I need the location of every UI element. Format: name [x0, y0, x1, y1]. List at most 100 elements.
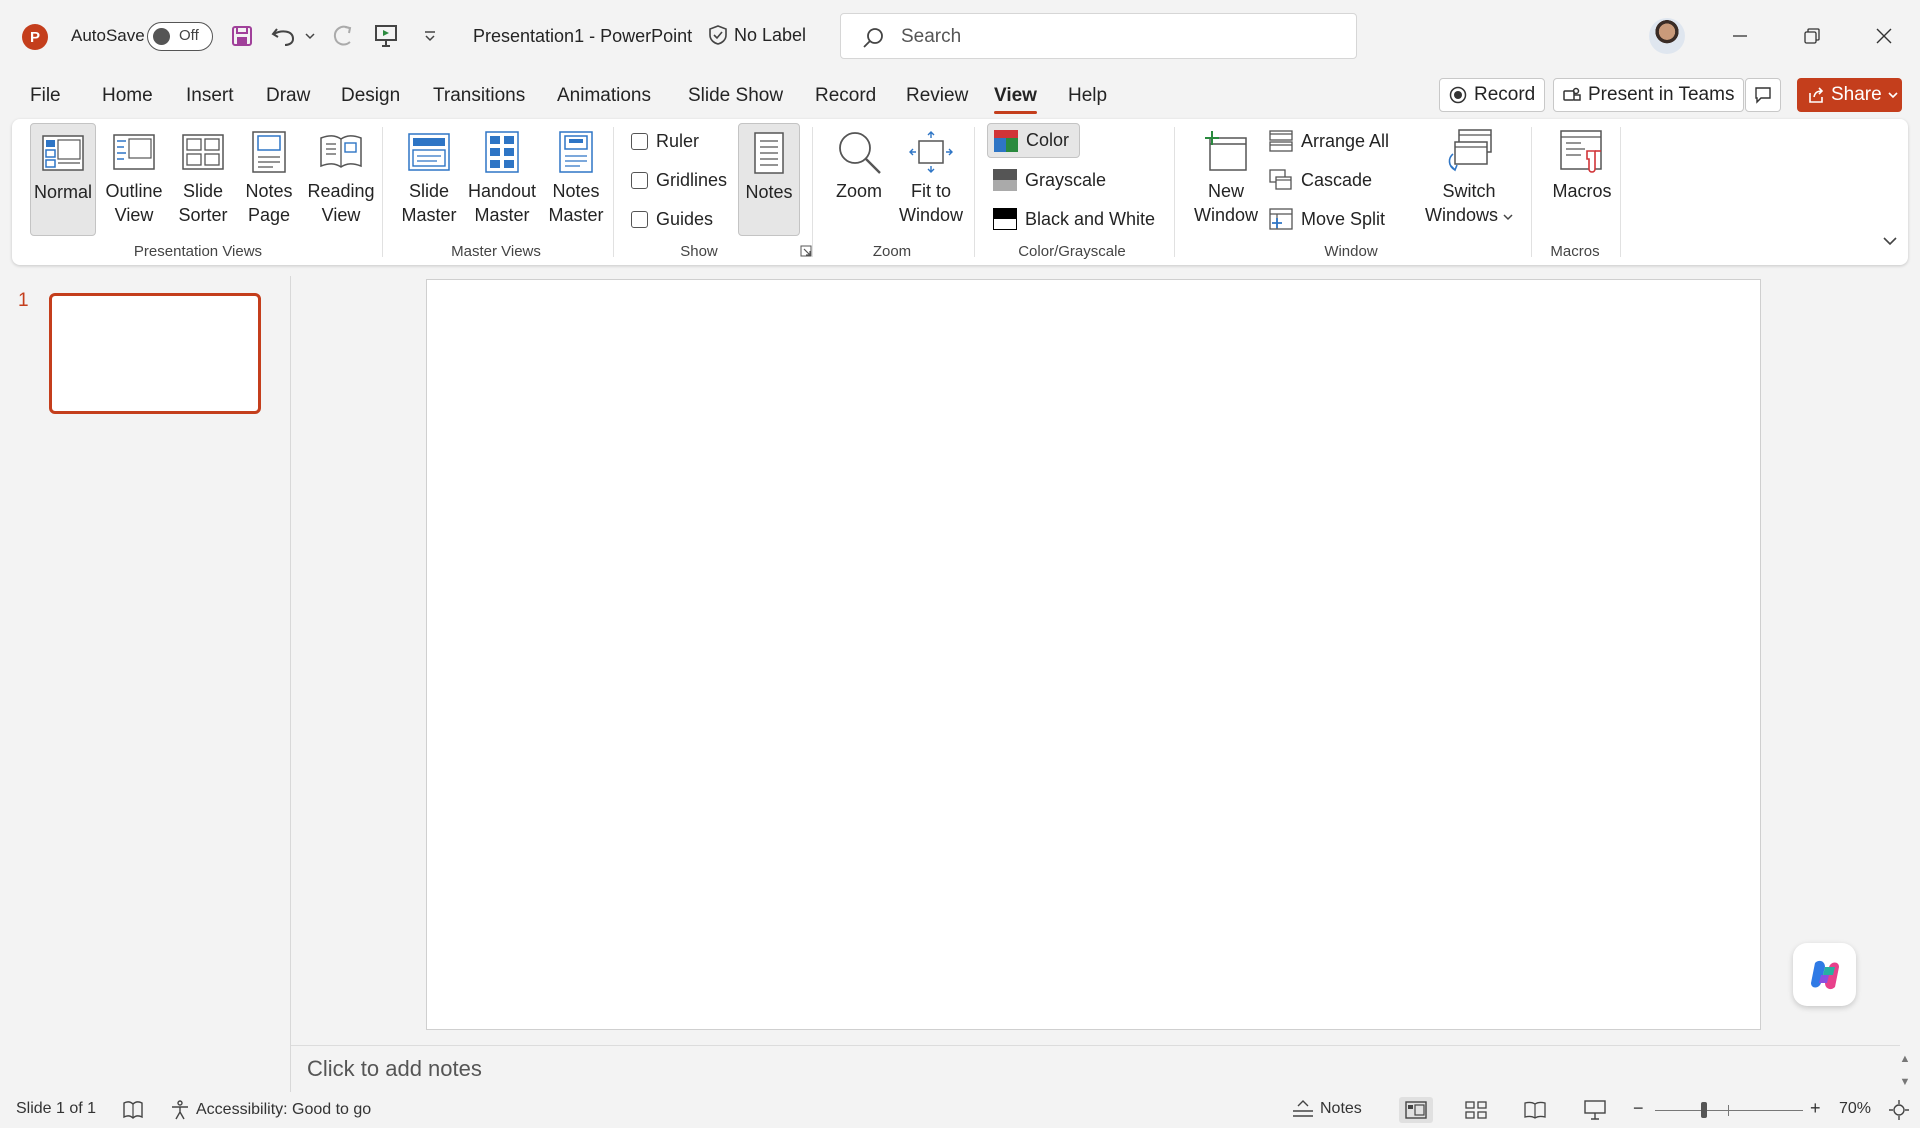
undo-icon[interactable]: [268, 20, 300, 52]
sensitivity-label[interactable]: No Label: [708, 24, 806, 46]
search-input[interactable]: [901, 24, 1331, 50]
cascade-button[interactable]: Cascade: [1269, 165, 1372, 195]
undo-dropdown-icon[interactable]: [298, 20, 322, 52]
notes-status-button[interactable]: Notes: [1292, 1100, 1362, 1118]
save-icon[interactable]: [226, 20, 258, 52]
switch-windows-label-text: Windows: [1424, 205, 1498, 225]
zoom-slider-track[interactable]: [1655, 1110, 1803, 1111]
pane-divider[interactable]: [290, 276, 291, 1092]
new-window-button[interactable]: New Window: [1190, 123, 1262, 236]
redo-icon[interactable]: [327, 20, 359, 52]
color-button[interactable]: Color: [987, 123, 1080, 158]
guides-label: Guides: [656, 208, 714, 229]
zoom-button[interactable]: Zoom: [828, 123, 890, 236]
autosave-toggle[interactable]: Off: [147, 22, 213, 51]
slide-thumbnail[interactable]: [49, 293, 261, 414]
slide-sorter-status-icon[interactable]: [1459, 1097, 1493, 1123]
scroll-down-icon[interactable]: ▼: [1898, 1075, 1912, 1089]
tab-file[interactable]: File: [30, 85, 61, 107]
copilot-icon: [1810, 960, 1839, 989]
avatar[interactable]: [1649, 18, 1685, 54]
notes-page-label-2: Page: [247, 205, 291, 225]
notes-pane[interactable]: [291, 1045, 1900, 1092]
black-and-white-label: Black and White: [1025, 208, 1156, 229]
customize-toolbar-icon[interactable]: [414, 20, 446, 52]
tab-help[interactable]: Help: [1068, 85, 1107, 107]
search-box[interactable]: [840, 13, 1357, 59]
reading-view-button[interactable]: Reading View: [304, 123, 378, 236]
record-button-label: Record: [1474, 84, 1536, 105]
accessibility-status[interactable]: Accessibility: Good to go: [170, 1100, 371, 1120]
tab-transitions[interactable]: Transitions: [433, 85, 525, 107]
black-and-white-button[interactable]: Black and White: [993, 204, 1155, 234]
handout-master-button[interactable]: Handout Master: [464, 123, 540, 236]
tab-home[interactable]: Home: [102, 85, 153, 107]
zoom-slider-midpoint: [1728, 1105, 1729, 1116]
tab-view[interactable]: View: [994, 85, 1037, 114]
comment-icon: [1755, 87, 1771, 104]
slide-sorter-button[interactable]: Slide Sorter: [172, 123, 234, 236]
tab-review[interactable]: Review: [906, 85, 968, 107]
slide-canvas[interactable]: [426, 279, 1761, 1030]
zoom-slider-thumb[interactable]: [1701, 1102, 1707, 1118]
fit-slide-icon[interactable]: [1888, 1099, 1910, 1121]
copilot-button[interactable]: [1793, 943, 1856, 1006]
title-bar: P AutoSave Off Presentation1 - PowerPoin…: [0, 0, 1920, 72]
outline-view-button[interactable]: Outline View: [100, 123, 168, 236]
gridlines-checkbox[interactable]: Gridlines: [631, 165, 727, 195]
normal-view-button[interactable]: Normal: [30, 123, 96, 236]
slide-master-button[interactable]: Slide Master: [396, 123, 462, 236]
share-button[interactable]: Share: [1797, 78, 1902, 112]
macros-button[interactable]: Macros: [1544, 123, 1620, 236]
close-icon[interactable]: [1862, 16, 1906, 56]
slide-show-status-icon[interactable]: [1578, 1097, 1612, 1123]
fit-to-window-button[interactable]: Fit to Window: [894, 123, 968, 236]
slide-count[interactable]: Slide 1 of 1: [16, 1100, 96, 1118]
grayscale-label: Grayscale: [1025, 169, 1107, 190]
normal-view-status-icon[interactable]: [1399, 1097, 1433, 1123]
start-slideshow-icon[interactable]: [370, 20, 402, 52]
restore-icon[interactable]: [1790, 16, 1834, 56]
tab-record[interactable]: Record: [815, 85, 876, 107]
arrange-all-button[interactable]: Arrange All: [1269, 126, 1389, 156]
ribbon-collapse-chevron-icon[interactable]: [1882, 235, 1898, 247]
spell-check-icon[interactable]: [122, 1100, 144, 1120]
tab-insert[interactable]: Insert: [186, 85, 234, 107]
ruler-checkbox[interactable]: Ruler: [631, 126, 699, 156]
record-button[interactable]: Record: [1439, 78, 1546, 112]
notes-master-icon: [558, 125, 594, 179]
tab-slide-show[interactable]: Slide Show: [688, 85, 783, 107]
handout-master-label-2: Master: [474, 205, 530, 225]
tab-draw[interactable]: Draw: [266, 85, 310, 107]
chevron-down-icon: [1888, 92, 1898, 99]
group-separator: [1620, 127, 1621, 257]
move-split-label: Move Split: [1301, 208, 1386, 229]
zoom-in-icon[interactable]: +: [1810, 1098, 1821, 1119]
notes-toggle-button[interactable]: Notes: [738, 123, 800, 236]
zoom-level[interactable]: 70%: [1839, 1100, 1871, 1118]
new-window-icon: [1202, 125, 1250, 179]
dialog-launcher-icon[interactable]: [800, 245, 812, 257]
zoom-out-icon[interactable]: −: [1633, 1098, 1644, 1119]
present-in-teams-button[interactable]: Present in Teams: [1553, 78, 1745, 112]
switch-windows-icon: [1445, 125, 1493, 179]
accessibility-label: Accessibility: Good to go: [196, 1101, 372, 1118]
normal-view-label: Normal: [33, 182, 92, 202]
scroll-up-icon[interactable]: ▲: [1898, 1052, 1912, 1066]
switch-windows-button[interactable]: Switch Windows: [1424, 123, 1514, 236]
tab-design[interactable]: Design: [341, 85, 400, 107]
notes-page-button[interactable]: Notes Page: [238, 123, 300, 236]
grayscale-button[interactable]: Grayscale: [993, 165, 1106, 195]
cascade-icon: [1269, 169, 1292, 190]
minimize-icon[interactable]: [1718, 16, 1762, 56]
ribbon: Normal Outline View Slide Sorter Notes P…: [12, 119, 1908, 265]
comments-button[interactable]: [1745, 78, 1781, 112]
guides-checkbox[interactable]: Guides: [631, 204, 713, 234]
record-icon: [1449, 86, 1467, 104]
group-separator: [974, 127, 975, 257]
tab-animations[interactable]: Animations: [557, 85, 651, 107]
move-split-button[interactable]: Move Split: [1269, 204, 1385, 234]
reading-view-status-icon[interactable]: [1518, 1097, 1552, 1123]
notes-master-button[interactable]: Notes Master: [542, 123, 610, 236]
notes-input[interactable]: [307, 1055, 1507, 1083]
